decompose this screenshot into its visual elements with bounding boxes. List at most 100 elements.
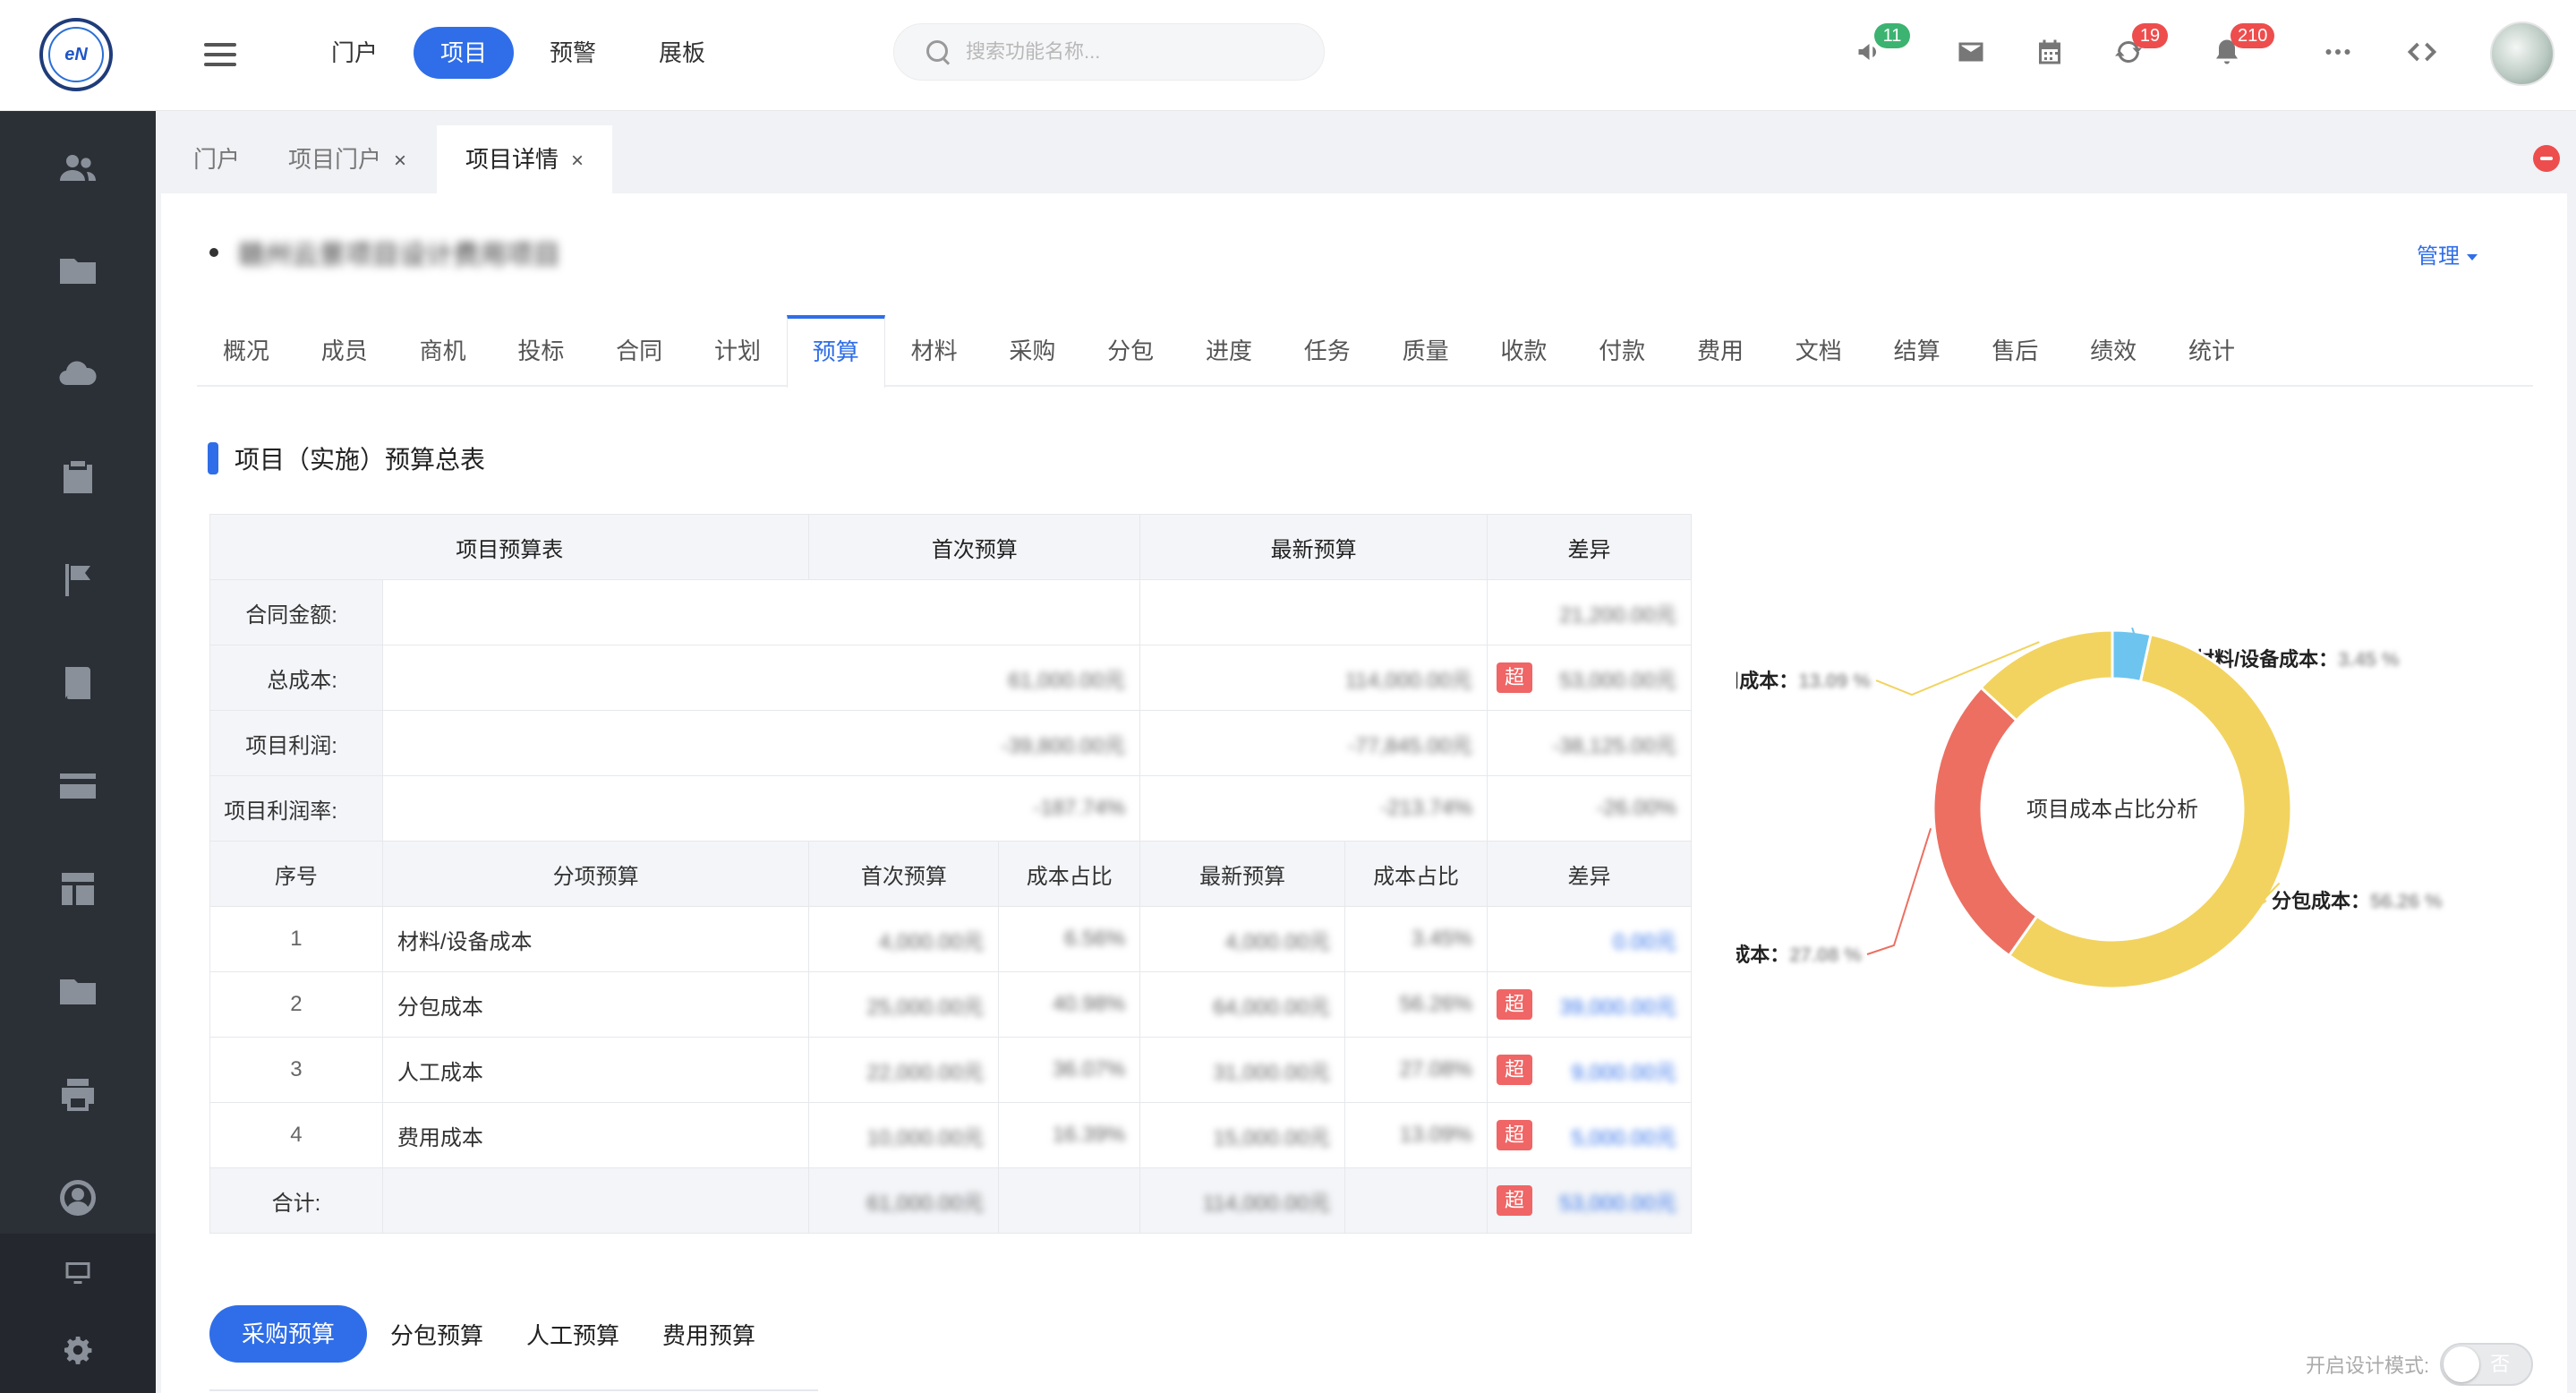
tab-labor-budget[interactable]: 人工预算 — [526, 1318, 619, 1351]
total-row: 合计: 61,000.00元 114,000.00元 超 53,000.00元 — [209, 1167, 1692, 1234]
section-title-text: 项目（实施）预算总表 — [235, 446, 486, 474]
sidebar-item-monitor[interactable] — [0, 1237, 156, 1309]
nav-warning[interactable]: 预警 — [523, 27, 623, 79]
tab-19[interactable]: 绩效 — [2064, 315, 2162, 387]
calendar-button[interactable] — [2030, 32, 2069, 72]
tab-15[interactable]: 费用 — [1671, 315, 1770, 387]
tab-6[interactable]: 预算 — [786, 315, 885, 389]
manage-dropdown[interactable]: 管理 — [2417, 238, 2478, 269]
dev-tools-button[interactable] — [2402, 32, 2442, 72]
cell-value: 5,000.00元 — [1571, 1125, 1676, 1150]
tab-subcontract-budget[interactable]: 分包预算 — [390, 1318, 483, 1351]
tab-12[interactable]: 质量 — [1377, 315, 1475, 387]
tab-expense-budget[interactable]: 费用预算 — [662, 1318, 755, 1351]
divider — [209, 1389, 818, 1391]
over-badge: 超 — [1497, 988, 1533, 1020]
tab-9[interactable]: 分包 — [1081, 315, 1180, 387]
tab-18[interactable]: 售后 — [1966, 315, 2064, 387]
close-tab-icon[interactable]: × — [394, 149, 406, 173]
tab-13[interactable]: 收款 — [1474, 315, 1573, 387]
tab-1[interactable]: 成员 — [295, 315, 394, 387]
cell-value: 25,000.00元 — [866, 995, 985, 1020]
tab-20[interactable]: 统计 — [2162, 315, 2261, 387]
design-mode-control: 开启设计模式: 否 — [2306, 1343, 2534, 1386]
tab-10[interactable]: 进度 — [1180, 315, 1278, 387]
cell-latest-ratio: 27.08% — [1344, 1037, 1488, 1103]
cell-latest: -77,845.00元 — [1139, 710, 1488, 776]
cell-value: 39,000.00元 — [1559, 995, 1676, 1020]
tab-0[interactable]: 概况 — [197, 315, 295, 387]
tab-5[interactable]: 计划 — [688, 315, 787, 387]
row-label: 项目利润: — [209, 710, 383, 776]
tab-11[interactable]: 任务 — [1278, 315, 1377, 387]
sidebar-item-flag[interactable] — [0, 528, 156, 631]
page-tab-project-portal[interactable]: 项目门户 × — [260, 125, 435, 193]
design-mode-label: 开启设计模式: — [2306, 1355, 2430, 1377]
folder-icon — [60, 258, 96, 284]
mail-icon — [1958, 42, 1983, 62]
manage-label: 管理 — [2417, 244, 2460, 269]
more-icon — [2325, 49, 2350, 55]
company-logo[interactable]: eN — [39, 18, 113, 91]
tab-16[interactable]: 文档 — [1770, 315, 1868, 387]
tab-2[interactable]: 商机 — [394, 315, 492, 387]
sidebar-item-book[interactable] — [0, 631, 156, 734]
slice-3[interactable] — [1979, 628, 2114, 722]
page-tab-portal[interactable]: 门户 — [165, 125, 269, 193]
printer-icon — [62, 1078, 94, 1111]
nav-project[interactable]: 项目 — [414, 27, 515, 79]
nav-board[interactable]: 展板 — [632, 27, 732, 79]
tab-7[interactable]: 材料 — [885, 315, 984, 387]
cell-value: 13.09% — [1399, 1123, 1473, 1147]
cell-value: 31,000.00元 — [1213, 1060, 1331, 1085]
search-input[interactable] — [966, 40, 1306, 64]
notification-button[interactable]: 210 — [2207, 23, 2275, 72]
tab-purchase-budget[interactable]: 采购预算 — [209, 1305, 368, 1363]
cell-value: -39,800.00元 — [1001, 733, 1126, 758]
cell-first: -187.74% — [381, 775, 1141, 842]
menu-toggle-icon[interactable] — [204, 43, 236, 66]
slice-2[interactable] — [1932, 685, 2039, 958]
sidebar-item-folder-2[interactable] — [0, 940, 156, 1043]
row-label: 合同金额: — [209, 579, 383, 645]
table-row: 1 材料/设备成本 4,000.00元 6.56% 4,000.00元 3.45… — [209, 906, 1692, 972]
detail-header-row: 序号 分项预算 首次预算 成本占比 最新预算 成本占比 差异 — [209, 841, 1692, 907]
close-all-tabs-icon[interactable] — [2533, 145, 2560, 172]
sidebar — [0, 111, 156, 1393]
tab-4[interactable]: 合同 — [590, 315, 688, 387]
sidebar-item-clipboard[interactable] — [0, 425, 156, 528]
sync-button[interactable]: 19 — [2109, 23, 2168, 72]
cell-value: 114,000.00元 — [1202, 1191, 1331, 1216]
cell-latest: 114,000.00元 — [1139, 645, 1488, 711]
cell-first: 4,000.00元 — [808, 906, 1000, 972]
page-tab-project-detail[interactable]: 项目详情 × — [437, 125, 613, 193]
tab-8[interactable]: 采购 — [983, 315, 1081, 387]
sidebar-item-layout[interactable] — [0, 837, 156, 940]
close-tab-icon[interactable]: × — [571, 149, 584, 173]
cell-value: 53,000.00元 — [1559, 668, 1676, 693]
sidebar-item-members[interactable] — [0, 116, 156, 219]
cell-value: 16.39% — [1052, 1123, 1126, 1147]
table-row: 4 费用成本 10,000.00元 16.39% 15,000.00元 13.0… — [209, 1102, 1692, 1168]
more-button[interactable] — [2318, 32, 2358, 72]
nav-portal[interactable]: 门户 — [304, 27, 405, 79]
content-area: 门户 项目门户 × 项目详情 × 赣州云景项目设计费用项目 管理 概况 成员 商机 投标合… — [156, 111, 2576, 1393]
tab-14[interactable]: 付款 — [1573, 315, 1671, 387]
tab-3[interactable]: 投标 — [491, 315, 590, 387]
cell-value: 6.56% — [1064, 927, 1126, 951]
gear-icon — [64, 1337, 92, 1364]
sidebar-item-settings[interactable] — [0, 1314, 156, 1386]
top-bar: eN 门户 项目 预警 展板 11 19 210 — [0, 0, 2576, 111]
design-mode-toggle[interactable]: 否 — [2440, 1343, 2534, 1386]
mail-button[interactable] — [1951, 32, 1991, 72]
user-circle-icon — [60, 1179, 96, 1216]
tab-17[interactable]: 结算 — [1868, 315, 1966, 387]
avatar[interactable] — [2490, 21, 2555, 86]
sidebar-item-folder[interactable] — [0, 219, 156, 322]
clipboard-icon — [64, 460, 92, 493]
sidebar-item-cloud[interactable] — [0, 322, 156, 425]
sidebar-item-card[interactable] — [0, 734, 156, 837]
sidebar-item-print[interactable] — [0, 1043, 156, 1146]
search-icon — [925, 38, 951, 65]
announcement-button[interactable]: 11 — [1851, 23, 1910, 72]
